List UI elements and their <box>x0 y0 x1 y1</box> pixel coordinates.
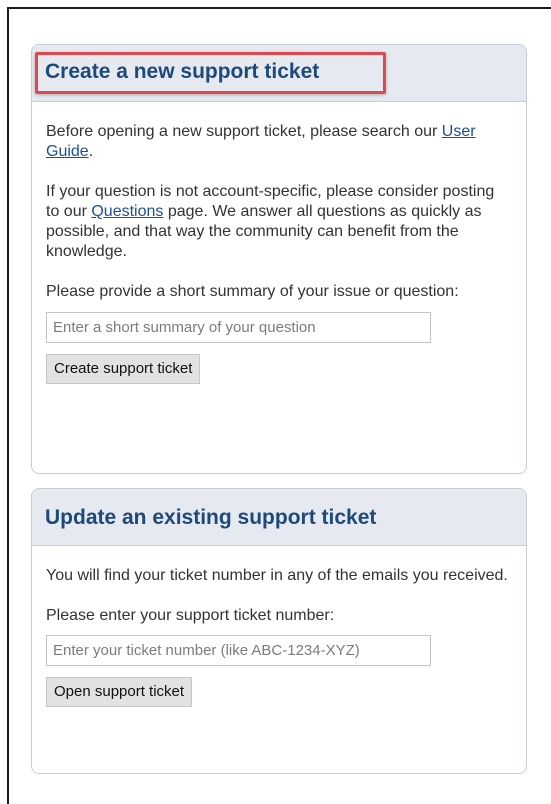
update-ticket-header: Update an existing support ticket <box>32 489 526 546</box>
questions-paragraph: If your question is not account-specific… <box>46 182 512 262</box>
ticket-info-text: You will find your ticket number in any … <box>46 567 508 584</box>
user-guide-suffix: . <box>88 143 94 160</box>
update-ticket-body: You will find your ticket number in any … <box>32 566 526 707</box>
create-button-row: Create support ticket <box>46 354 512 384</box>
create-ticket-body: Before opening a new support ticket, ple… <box>32 122 526 384</box>
update-ticket-panel: Update an existing support ticket You wi… <box>31 488 527 774</box>
user-guide-prefix: Before opening a new support ticket, ple… <box>46 123 442 140</box>
create-ticket-button[interactable]: Create support ticket <box>46 354 201 384</box>
open-ticket-button[interactable]: Open support ticket <box>46 677 193 707</box>
ticket-number-input[interactable] <box>46 635 431 666</box>
create-ticket-panel: Create a new support ticket Before openi… <box>31 44 527 474</box>
user-guide-paragraph: Before opening a new support ticket, ple… <box>46 122 512 162</box>
create-ticket-header: Create a new support ticket <box>32 45 526 102</box>
open-button-row: Open support ticket <box>46 677 512 707</box>
ticket-number-label: Please enter your support ticket number: <box>46 607 335 624</box>
create-ticket-title: Create a new support ticket <box>45 60 320 83</box>
summary-input[interactable] <box>46 312 431 343</box>
update-ticket-title: Update an existing support ticket <box>45 506 377 529</box>
questions-link[interactable]: Questions <box>91 203 163 220</box>
page-frame: Create a new support ticket Before openi… <box>7 7 551 804</box>
summary-label: Please provide a short summary of your i… <box>46 283 459 300</box>
